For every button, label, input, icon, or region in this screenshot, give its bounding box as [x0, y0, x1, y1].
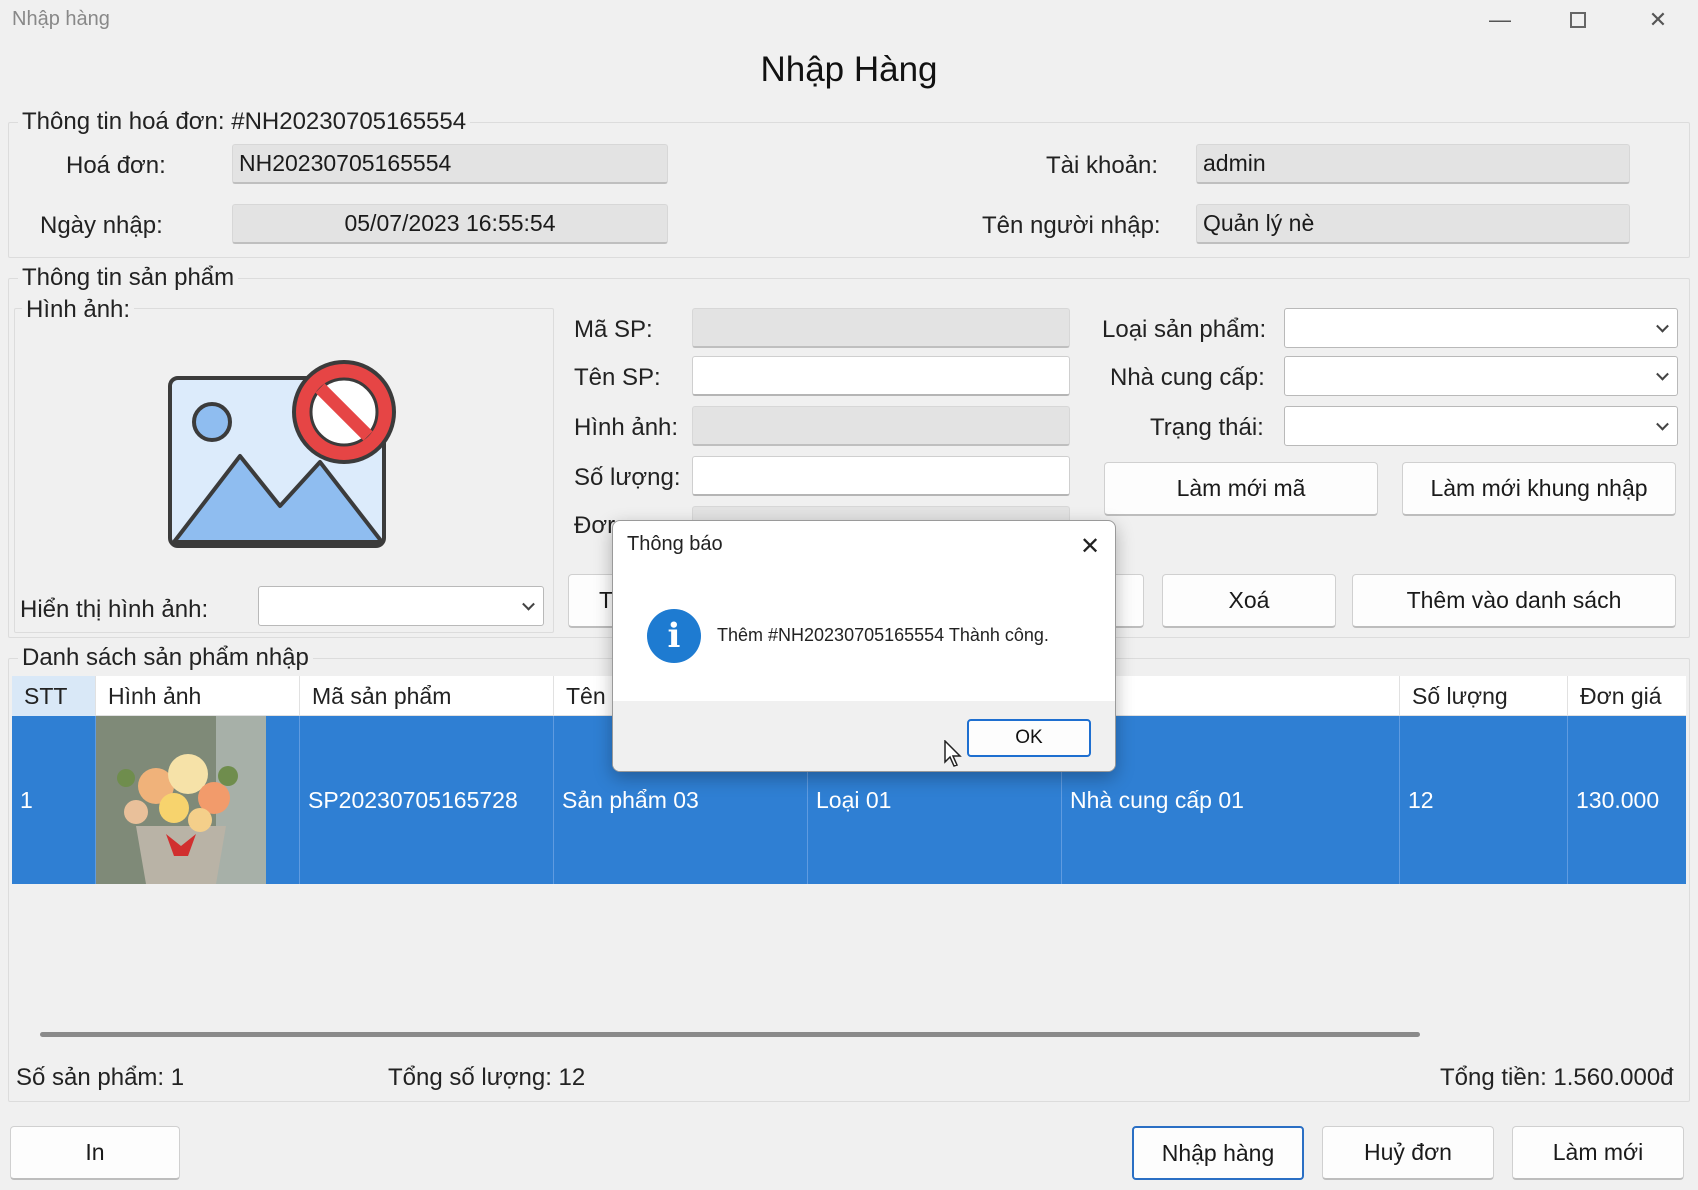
chevron-down-icon: [1656, 367, 1669, 381]
importer-name-field[interactable]: Quản lý nè: [1196, 204, 1630, 244]
header-image[interactable]: Hình ảnh: [96, 676, 300, 716]
no-image-icon: [164, 356, 400, 552]
product-code-label: Mã SP:: [574, 316, 653, 343]
delete-button[interactable]: Xoá: [1162, 574, 1336, 628]
product-name-input[interactable]: [692, 356, 1070, 396]
importer-name-label: Tên người nhập:: [982, 212, 1161, 239]
dialog-title: Thông báo: [627, 533, 723, 555]
header-quantity[interactable]: Số lượng: [1400, 676, 1568, 716]
status-select[interactable]: [1284, 406, 1678, 446]
image-group-legend: Hình ảnh:: [22, 296, 135, 324]
add-to-list-button[interactable]: Thêm vào danh sách: [1352, 574, 1676, 628]
product-name-label: Tên SP:: [574, 364, 661, 391]
account-field[interactable]: admin: [1196, 144, 1630, 184]
show-image-label: Hiển thị hình ảnh:: [20, 596, 209, 623]
import-list-legend: Danh sách sản phẩm nhập: [18, 644, 313, 672]
total-quantity: Tổng số lượng: 12: [388, 1064, 586, 1091]
refresh-code-button[interactable]: Làm mới mã: [1104, 462, 1378, 516]
category-label: Loại sản phẩm:: [1102, 316, 1267, 343]
refresh-button[interactable]: Làm mới: [1512, 1126, 1684, 1180]
maximize-icon: [1570, 12, 1586, 28]
product-image-field[interactable]: [692, 406, 1070, 446]
print-button[interactable]: In: [10, 1126, 180, 1180]
category-select[interactable]: [1284, 308, 1678, 348]
invoice-info-legend: Thông tin hoá đơn: #NH20230705165554: [18, 108, 471, 136]
form-title: Nhập Hàng: [760, 50, 938, 89]
total-money: Tổng tiền: 1.560.000đ: [1440, 1064, 1674, 1091]
dialog-message: Thêm #NH20230705165554 Thành công.: [717, 625, 1049, 645]
account-label: Tài khoản:: [1046, 152, 1159, 179]
status-label: Trạng thái:: [1150, 414, 1264, 441]
mouse-cursor-icon: [944, 739, 962, 773]
refresh-form-button[interactable]: Làm mới khung nhập: [1402, 462, 1676, 516]
cell-product-code: SP20230705165728: [300, 716, 554, 884]
chevron-down-icon: [1656, 319, 1669, 333]
unit-price-label: Đơr: [574, 512, 616, 539]
horizontal-scrollbar[interactable]: [40, 1032, 1420, 1037]
header-stt[interactable]: STT: [12, 676, 96, 716]
ok-button[interactable]: OK: [967, 719, 1091, 757]
cell-stt: 1: [12, 716, 96, 884]
maximize-button[interactable]: [1540, 0, 1616, 40]
supplier-select[interactable]: [1284, 356, 1678, 396]
cell-quantity: 12: [1400, 716, 1568, 884]
header-product-code[interactable]: Mã sản phẩm: [300, 676, 554, 716]
quantity-label: Số lượng:: [574, 464, 681, 491]
chevron-down-icon: [1656, 417, 1669, 431]
window-title: Nhập hàng: [12, 8, 110, 30]
product-image-label: Hình ảnh:: [574, 414, 679, 441]
close-icon: ✕: [1648, 7, 1668, 32]
invoice-label: Hoá đơn:: [66, 152, 166, 179]
dialog-close-button[interactable]: ✕: [1075, 531, 1105, 561]
product-count: Số sản phẩm: 1: [16, 1064, 185, 1091]
product-info-legend: Thông tin sản phẩm: [18, 264, 239, 292]
chevron-down-icon: [522, 597, 535, 611]
header-unit-price[interactable]: Đơn giá: [1568, 676, 1686, 716]
import-button[interactable]: Nhập hàng: [1132, 1126, 1304, 1180]
close-icon: ✕: [1079, 532, 1101, 560]
flower-basket-photo: [96, 716, 266, 884]
product-code-field[interactable]: [692, 308, 1070, 348]
window-close-button[interactable]: ✕: [1620, 0, 1696, 40]
cell-unit-price: 130.000: [1576, 787, 1660, 813]
quantity-input[interactable]: [692, 456, 1070, 496]
import-date-label: Ngày nhập:: [40, 212, 163, 239]
minimize-icon: —: [1489, 7, 1511, 32]
show-image-select[interactable]: [258, 586, 544, 626]
minimize-button[interactable]: —: [1462, 0, 1538, 40]
invoice-field[interactable]: NH20230705165554: [232, 144, 668, 184]
message-dialog: Thông báo ✕ i Thêm #NH20230705165554 Thà…: [612, 520, 1116, 772]
cancel-order-button[interactable]: Huỷ đơn: [1322, 1126, 1494, 1180]
supplier-label: Nhà cung cấp:: [1110, 364, 1265, 391]
cell-image: [96, 716, 300, 884]
import-date-field[interactable]: 05/07/2023 16:55:54: [232, 204, 668, 244]
info-icon: i: [647, 609, 701, 663]
